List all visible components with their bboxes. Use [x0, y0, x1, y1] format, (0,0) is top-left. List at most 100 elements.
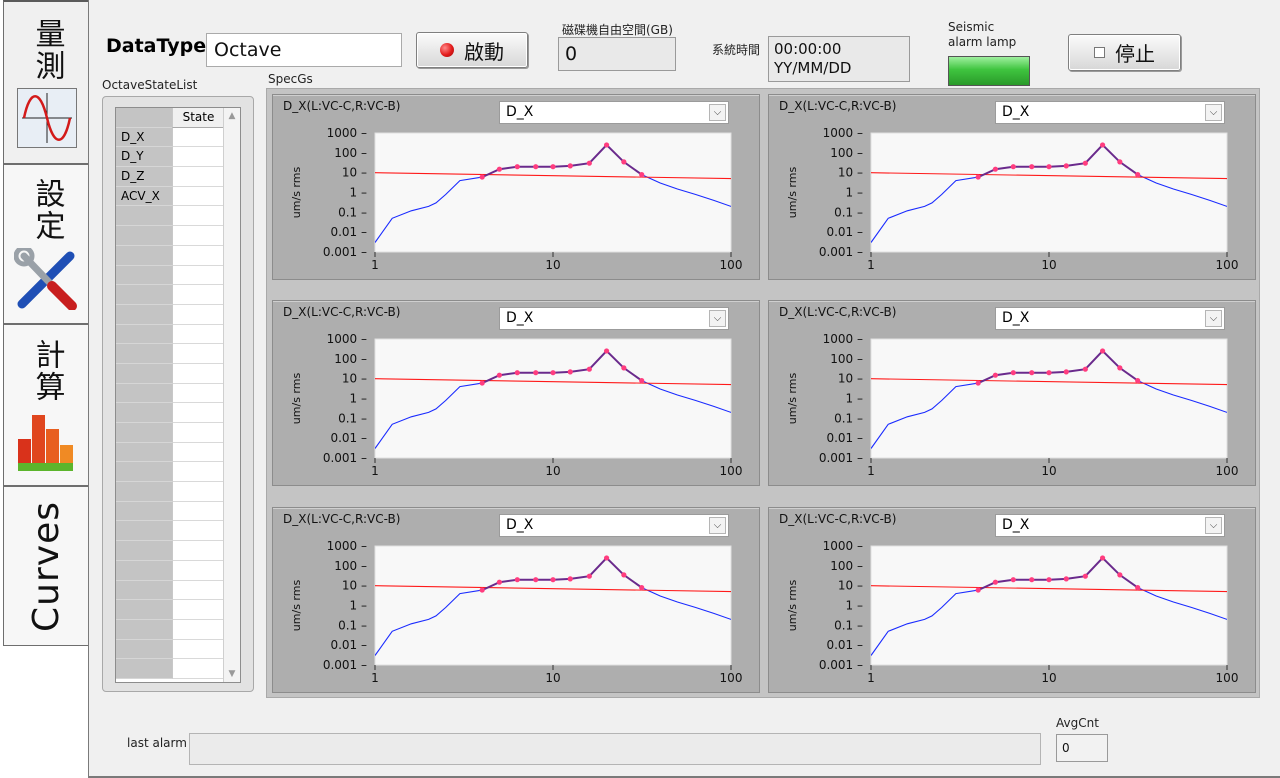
data-point	[1117, 572, 1123, 578]
octave-list-row[interactable]	[116, 324, 240, 345]
octave-list-name-cell	[116, 206, 172, 227]
start-button[interactable]: 啟動	[416, 32, 528, 68]
octave-list-row[interactable]: D_Y	[116, 147, 240, 168]
datatype-field[interactable]: Octave	[206, 33, 402, 67]
octave-list-state-cell	[172, 304, 224, 325]
octave-list-state-cell	[172, 560, 224, 581]
x-tick-label: 10	[1041, 258, 1056, 272]
stop-button[interactable]: 停止	[1068, 34, 1181, 71]
disk-space-field: 0	[558, 37, 676, 71]
x-tick-label: 10	[545, 464, 560, 478]
data-point	[496, 372, 503, 378]
octave-list-row[interactable]	[116, 619, 240, 640]
octave-list-row[interactable]	[116, 423, 240, 443]
octave-list-name-cell	[116, 245, 172, 266]
y-tick-label: 1000 –	[327, 539, 367, 553]
octave-list-name-cell	[116, 462, 172, 483]
octave-list-name-cell	[116, 403, 172, 423]
octave-list-row[interactable]	[116, 265, 240, 286]
tab-settings[interactable]: 設定	[3, 164, 89, 324]
octave-list-state-cell	[172, 206, 224, 227]
octave-list-state-cell	[172, 600, 224, 620]
octave-list-row[interactable]	[116, 560, 240, 581]
data-point	[550, 370, 556, 376]
avgcnt-field[interactable]: 0	[1056, 734, 1108, 762]
octave-list-row[interactable]: D_Z	[116, 167, 240, 187]
y-axis-label: um/s rms	[290, 580, 303, 632]
tab-curves[interactable]: Curves	[3, 486, 89, 646]
octave-list-header: State	[116, 108, 240, 128]
y-axis-label: um/s rms	[786, 167, 799, 219]
chart-plot: um/s rms 1000 – 100 – 10 – 1 – 0.1 – 0.01 – 0.0…	[786, 332, 1238, 478]
y-tick-label: 100 –	[334, 146, 367, 160]
octave-list-row[interactable]: ACV_X	[116, 186, 240, 207]
octave-list-name-cell	[116, 324, 172, 345]
data-point	[1010, 164, 1016, 170]
tab-calculate[interactable]: 計算	[3, 324, 89, 486]
octave-list-name-cell: D_Z	[116, 167, 172, 187]
tab-settings-label: 設定	[29, 178, 65, 242]
x-tick-label: 10	[1041, 671, 1056, 685]
octave-list-row[interactable]	[116, 600, 240, 620]
y-tick-label: 0.001 –	[819, 658, 863, 672]
octave-list-state-cell	[172, 482, 224, 502]
octave-list-row[interactable]	[116, 304, 240, 325]
octave-list-row[interactable]	[116, 363, 240, 384]
y-tick-label: 1 –	[846, 392, 863, 406]
octave-list-name-cell	[116, 580, 172, 601]
octave-list-name-cell	[116, 304, 172, 325]
data-point	[1046, 164, 1052, 170]
octave-list-row[interactable]	[116, 639, 240, 660]
data-point	[514, 577, 520, 583]
octave-list-row[interactable]	[116, 521, 240, 542]
octave-list-row[interactable]	[116, 541, 240, 561]
scroll-up-icon[interactable]: ▲	[224, 111, 240, 121]
octave-list-row[interactable]	[116, 403, 240, 423]
octave-list-state-cell	[172, 344, 224, 364]
system-time-label: 系統時間	[712, 43, 761, 57]
data-point	[1063, 163, 1069, 169]
x-tick-label: 10	[545, 671, 560, 685]
data-point	[1135, 584, 1141, 591]
octave-list-name-cell	[116, 639, 172, 660]
octave-list-row[interactable]	[116, 462, 240, 483]
x-tick-label: 1	[371, 464, 379, 478]
data-point	[1135, 171, 1141, 178]
system-time-value: 00:00:00	[774, 40, 842, 58]
octave-list-row[interactable]	[116, 245, 240, 266]
x-tick-label: 1	[371, 671, 379, 685]
octave-list-row[interactable]	[116, 501, 240, 522]
octave-list-row[interactable]	[116, 482, 240, 502]
data-point	[496, 166, 503, 172]
x-tick-label: 10	[1041, 464, 1056, 478]
data-point	[496, 579, 503, 585]
octave-list-row[interactable]	[116, 659, 240, 679]
y-tick-label: 10 –	[838, 579, 863, 593]
octave-list-row[interactable]	[116, 226, 240, 246]
y-tick-label: 0.1 –	[338, 411, 367, 425]
octave-list-scrollbar[interactable]: ▲ ▼	[223, 108, 240, 682]
octave-list-row[interactable]	[116, 206, 240, 227]
octave-list-row[interactable]	[116, 580, 240, 601]
octave-list-row[interactable]	[116, 383, 240, 404]
octave-list-name-cell	[116, 344, 172, 364]
x-tick-label: 10	[545, 258, 560, 272]
system-time-field: 00:00:00 YY/MM/DD	[768, 36, 910, 82]
scroll-down-icon[interactable]: ▼	[224, 669, 240, 679]
tab-measure[interactable]: 量測	[3, 0, 89, 164]
data-point	[1046, 577, 1052, 583]
octave-list-row[interactable]	[116, 442, 240, 463]
data-point	[567, 163, 573, 169]
data-point	[1082, 160, 1088, 166]
spectrum-chart: D_X(L:VC-C,R:VC-B) D_X ⌵ um/s rms 1000 –100 …	[768, 94, 1256, 280]
octave-list-row[interactable]	[116, 344, 240, 364]
octave-list-row[interactable]	[116, 285, 240, 305]
data-point	[533, 370, 539, 376]
octave-list-name-cell	[116, 383, 172, 404]
x-tick-label: 100	[1216, 258, 1239, 272]
data-point	[567, 369, 573, 375]
x-tick-label: 1	[867, 671, 875, 685]
octave-list-table[interactable]: State D_X D_Y D_Z ACV_X ▲ ▼	[115, 107, 241, 683]
octave-list-state-cell	[172, 383, 224, 404]
octave-list-row[interactable]: D_X	[116, 127, 240, 148]
